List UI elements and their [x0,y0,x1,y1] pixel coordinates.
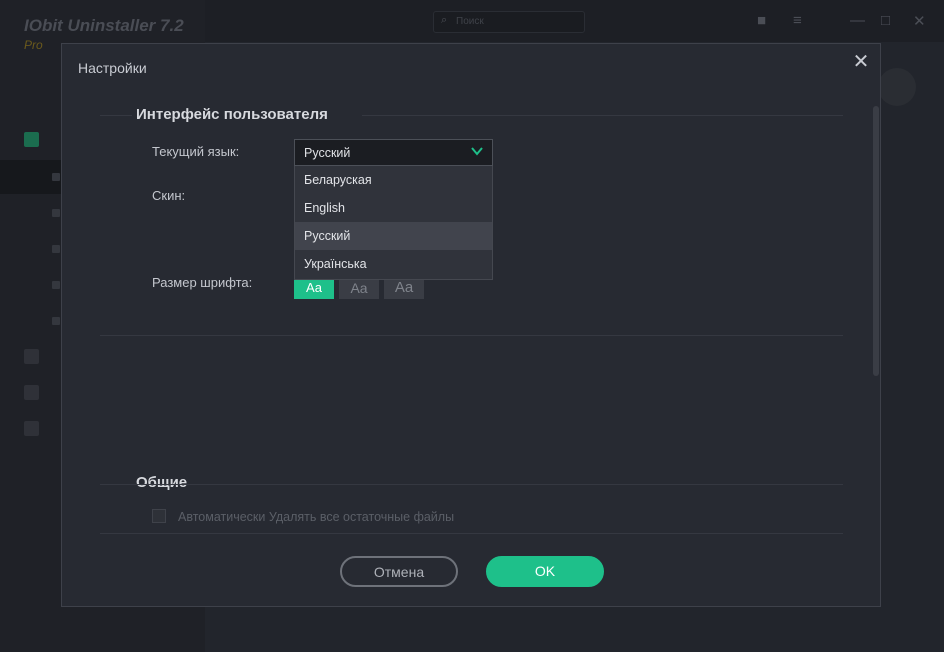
font-size-label: Размер шрифта: [152,275,253,290]
windows-apps-nav-icon[interactable] [24,385,39,400]
chevron-down-icon [471,147,483,156]
minimize-icon[interactable]: — [850,12,865,29]
app-topbar: ⌕ Поиск ■ ≡ — □ ✕ [205,0,944,42]
section-divider [100,115,132,116]
language-option[interactable]: Беларуская [295,166,492,194]
app-title: IObit Uninstaller 7.2 [24,16,184,35]
nav-subitem[interactable] [52,209,60,217]
language-select[interactable]: Русский [294,139,493,166]
nav-subitem[interactable] [52,245,60,253]
ok-button[interactable]: OK [486,556,604,587]
avatar [878,68,916,106]
plugins-nav-icon[interactable] [24,349,39,364]
settings-dialog: Настройки ✕ Интерфейс пользователя Текущ… [61,43,881,607]
section-title-ui: Интерфейс пользователя [136,106,328,123]
auto-delete-label: Автоматически Удалять все остаточные фай… [178,510,455,524]
close-icon[interactable]: ✕ [850,51,872,73]
programs-nav-icon[interactable] [24,132,39,147]
footer-divider [100,533,843,534]
nav-subitem[interactable] [52,281,60,289]
dialog-title: Настройки [78,60,147,76]
language-option[interactable]: English [295,194,492,222]
font-size-large-button[interactable]: Aa [384,277,424,299]
search-placeholder: Поиск [456,16,484,27]
nav-subitem[interactable] [52,317,60,325]
maximize-icon[interactable]: □ [881,12,890,29]
gift-icon[interactable]: ■ [757,12,766,29]
language-select-value: Русский [304,146,351,160]
action-center-nav-icon[interactable] [24,421,39,436]
auto-delete-checkbox[interactable] [152,509,166,523]
search-icon: ⌕ [441,14,448,26]
section-divider [100,335,843,336]
cancel-button[interactable]: Отмена [340,556,458,587]
section-title-general: Общие [136,474,188,491]
font-size-small-button[interactable]: Aa [294,277,334,299]
app-edition: Pro [24,38,43,52]
language-label: Текущий язык: [152,144,240,159]
section-divider [100,484,843,485]
menu-icon[interactable]: ≡ [793,12,802,29]
section-divider [362,115,843,116]
language-dropdown: Беларуская English Русский Українська [294,166,493,280]
language-option-selected[interactable]: Русский [295,222,492,250]
language-option[interactable]: Українська [295,250,492,278]
window-close-icon[interactable]: ✕ [913,12,926,30]
dialog-scrollbar[interactable] [873,106,879,376]
skin-label: Скин: [152,188,186,203]
nav-subitem[interactable] [52,173,60,181]
font-size-medium-button[interactable]: Aa [339,277,379,299]
search-box[interactable]: ⌕ Поиск [433,11,585,33]
